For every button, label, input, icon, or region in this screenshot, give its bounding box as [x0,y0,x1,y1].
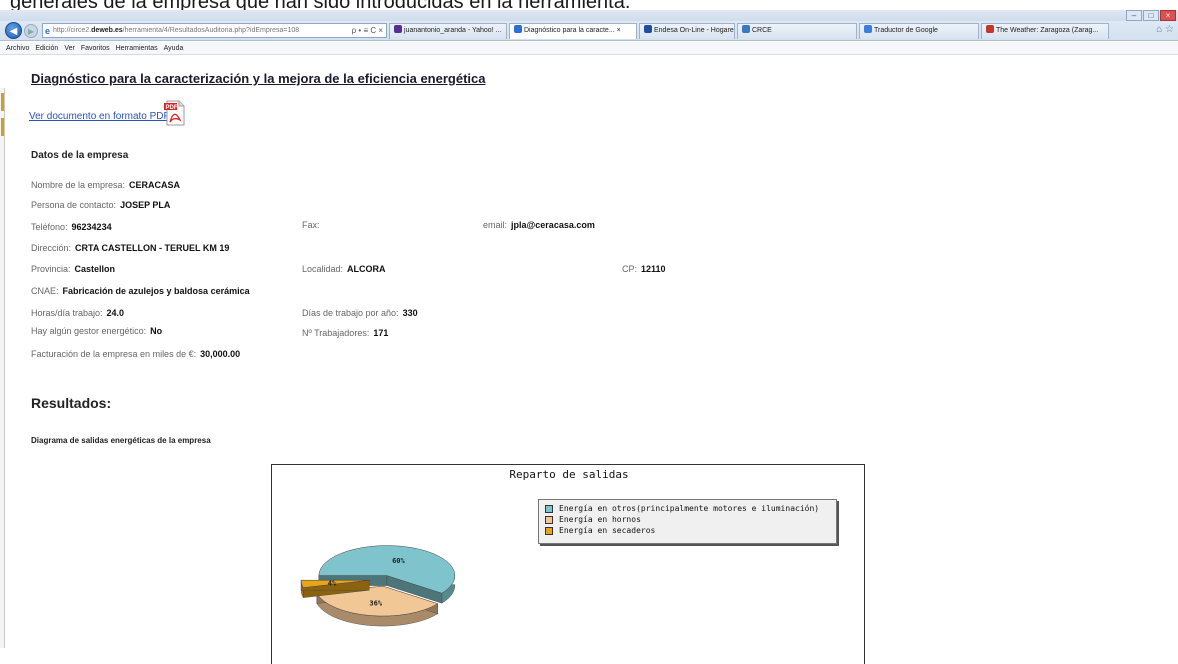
legend-swatch [545,527,553,535]
browser-tab[interactable]: CRCE [737,22,857,39]
back-button[interactable]: ◀ [5,22,22,39]
browser-tab[interactable]: Traductor de Google [859,22,979,39]
home-favorites-icons[interactable]: ⌂ ☆ [1156,24,1174,35]
field-phone: Teléfono: 96234234 [31,222,112,232]
legend-label: Energía en otros(principalmente motores … [559,504,820,513]
field-hours-per-day: Horas/día trabajo: 24.0 [31,308,125,318]
tab-favicon-icon [394,24,402,33]
tab-strip: juanantonio_aranda - Yahoo! ... Diagnósti… [389,22,1111,39]
field-days-per-year: Días de trabajo por año: 330 [302,308,418,318]
field-fax: Fax: [302,220,320,230]
company-data-heading: Datos de la empresa [31,150,129,161]
url-actions-icons[interactable]: ρ • ≡ C × [352,26,386,35]
page-title: Diagnóstico para la caracterización y la… [31,71,486,86]
tab-label: The Weather: Zaragoza (Zarag... [996,26,1099,34]
chart-legend: Energía en otros(principalmente motores … [538,499,837,544]
field-workers: Nº Trabajadores: 171 [302,328,389,338]
menu-item[interactable]: Edición [35,45,58,52]
field-contact: Persona de contacto: JOSEP PLA [31,200,171,210]
menu-item[interactable]: Archivo [6,45,29,52]
legend-label: Energía en hornos [559,515,641,524]
field-company-name: Nombre de la empresa: CERACASA [31,180,181,190]
ie-page-icon: e [45,25,51,36]
tab-favicon-icon [864,24,872,33]
legend-swatch [545,505,553,513]
pdf-icon[interactable]: PDF [164,100,186,126]
address-bar-row: ◀ ▶ e http://circe2.deweb.es/herramienta… [0,21,1178,41]
diagram-heading: Diagrama de salidas energéticas de la em… [31,436,211,445]
browser-tab[interactable]: Diagnóstico para la caracte... × [509,22,637,39]
url-text: http://circe2.deweb.es/herramienta/4/Res… [53,27,300,34]
menu-item[interactable]: Favoritos [81,45,110,52]
field-email: email: jpla@ceracasa.com [483,220,595,230]
tab-label: Diagnóstico para la caracte... × [524,26,621,34]
field-postal-code: CP: 12110 [622,264,666,274]
left-sidebar-edge [0,88,5,648]
legend-entry: Energía en hornos [545,514,836,525]
forward-button[interactable]: ▶ [24,23,38,38]
browser-tab[interactable]: The Weather: Zaragoza (Zarag... [981,22,1109,39]
menu-bar: Archivo Edición Ver Favoritos Herramientas Ay… [0,42,1178,55]
field-province: Provincia: Castellon [31,264,116,274]
svg-text:PDF: PDF [166,105,178,111]
chart-title: Reparto de salidas [509,468,629,481]
pie-slice-label: 4% [328,579,337,587]
browser-tab[interactable]: Endesa On-Line - Hogares [639,22,735,39]
browser-tab[interactable]: juanantonio_aranda - Yahoo! ... [389,22,507,39]
tab-label: juanantonio_aranda - Yahoo! ... [404,26,502,34]
menu-item[interactable]: Ayuda [164,45,184,52]
close-window-icon[interactable]: × [1160,10,1176,21]
field-address: Dirección: CRTA CASTELLON - TERUEL KM 19 [31,243,230,253]
tab-favicon-icon [514,24,522,33]
maximize-icon[interactable]: □ [1143,10,1159,21]
pie-chart: 60% 36% 4% [300,545,456,627]
tab-favicon-icon [986,24,994,33]
field-energy-manager: Hay algún gestor energético: No [31,326,163,336]
pie-chart-frame: 60% 36% 4% Reparto de salidas Energía en o… [271,464,865,664]
field-locality: Localidad: ALCORA [302,264,386,274]
tab-favicon-icon [742,24,750,33]
legend-label: Energía en secaderos [559,526,656,535]
tab-label: Endesa On-Line - Hogares [654,26,735,34]
legend-entry: Energía en secaderos [545,525,836,536]
pie-slice-label: 36% [369,599,382,607]
tab-label: CRCE [752,26,772,34]
menu-item[interactable]: Herramientas [116,45,158,52]
address-input[interactable]: e http://circe2.deweb.es/herramienta/4/R… [42,23,387,38]
field-cnae: CNAE: Fabricación de azulejos y baldosa c… [31,286,250,296]
field-revenue: Facturación de la empresa en miles de €:… [31,349,241,359]
minimize-icon[interactable]: – [1126,10,1142,21]
menu-item[interactable]: Ver [64,45,75,52]
pie-slice-label: 60% [392,557,405,565]
results-heading: Resultados: [31,395,112,411]
legend-entry: Energía en otros(principalmente motores … [545,503,836,514]
tab-label: Traductor de Google [874,26,938,34]
window-titlebar [0,10,1178,21]
pdf-link[interactable]: Ver documento en formato PDF [29,111,170,122]
tab-favicon-icon [644,24,652,33]
legend-swatch [545,516,553,524]
